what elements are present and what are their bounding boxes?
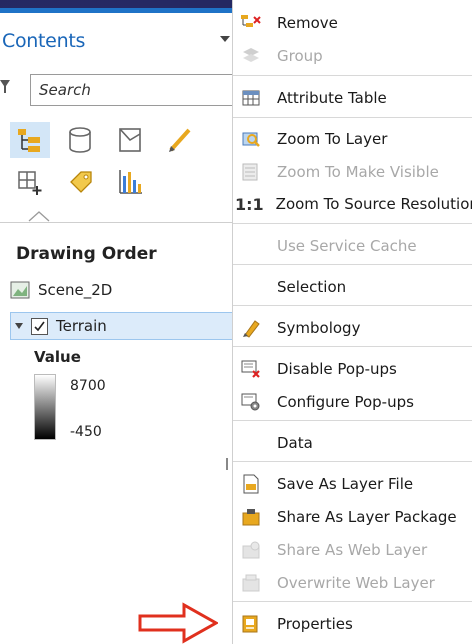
menu-item-share-as-layer-package[interactable]: Share As Layer Package — [233, 501, 472, 533]
layer-row-terrain[interactable]: Terrain — [10, 312, 240, 340]
layer-context-menu: Remove Group Attribute Table Zoom To Lay… — [232, 0, 472, 644]
disable-popups-icon — [239, 359, 263, 379]
pane-options-chevron-icon[interactable] — [220, 36, 230, 42]
layer-row-scene[interactable]: Scene_2D — [10, 281, 112, 299]
menu-separator — [233, 305, 472, 306]
elevation-color-ramp — [34, 374, 56, 440]
layer-package-icon — [239, 507, 263, 527]
expand-collapse-icon[interactable] — [15, 323, 23, 329]
menu-separator — [233, 461, 472, 462]
list-by-snapping-icon[interactable] — [10, 164, 50, 200]
zoom-layer-icon — [239, 129, 263, 149]
pane-accent-bar — [0, 8, 240, 13]
menu-item-configure-popups[interactable]: Configure Pop-ups — [233, 386, 472, 418]
menu-separator — [233, 601, 472, 602]
properties-icon — [239, 614, 263, 634]
layer-label-terrain: Terrain — [56, 317, 107, 335]
table-icon — [239, 88, 263, 108]
terrain-visibility-checkbox[interactable] — [31, 317, 48, 335]
legend-max-value: 8700 — [70, 378, 106, 394]
divider — [0, 222, 240, 223]
callout-arrow-icon — [138, 602, 218, 644]
filter-icon[interactable] — [0, 78, 10, 94]
drawing-order-heading: Drawing Order — [16, 244, 157, 264]
list-by-drawing-order-icon[interactable] — [10, 122, 50, 158]
menu-item-share-as-web-layer[interactable]: Share As Web Layer — [233, 534, 472, 566]
menu-item-group[interactable]: Group — [233, 40, 472, 72]
layer-label-scene: Scene_2D — [38, 281, 113, 299]
menu-item-zoom-to-source-resolution[interactable]: 1:1 Zoom To Source Resolution — [233, 188, 472, 220]
symbology-icon — [239, 318, 263, 338]
menu-separator — [233, 223, 472, 224]
menu-item-remove[interactable]: Remove — [233, 7, 472, 39]
menu-separator — [233, 75, 472, 76]
menu-item-use-service-cache[interactable]: Use Service Cache — [233, 230, 472, 262]
legend-label: Value — [34, 348, 81, 366]
one-to-one-icon: 1:1 — [235, 194, 264, 214]
menu-separator — [233, 346, 472, 347]
list-by-source-icon[interactable] — [60, 122, 100, 158]
scene-map-icon — [10, 281, 30, 299]
menu-item-zoom-to-make-visible[interactable]: Zoom To Make Visible — [233, 156, 472, 188]
list-by-selection-icon[interactable] — [110, 122, 150, 158]
web-layer-icon — [239, 540, 263, 560]
view-toolbar-row-1 — [10, 122, 200, 158]
menu-item-disable-popups[interactable]: Disable Pop-ups — [233, 353, 472, 385]
menu-separator — [233, 117, 472, 118]
menu-item-save-as-layer-file[interactable]: Save As Layer File — [233, 468, 472, 500]
menu-separator — [233, 264, 472, 265]
menu-item-attribute-table[interactable]: Attribute Table — [233, 82, 472, 114]
menu-item-overwrite-web-layer[interactable]: Overwrite Web Layer — [233, 567, 472, 599]
pane-title: Contents — [2, 30, 86, 52]
configure-popups-icon — [239, 392, 263, 412]
zoom-visible-icon — [239, 162, 263, 182]
menu-item-selection[interactable]: Selection — [233, 271, 472, 303]
legend-min-value: -450 — [70, 424, 102, 440]
menu-item-properties[interactable]: Properties — [233, 608, 472, 640]
menu-item-zoom-to-layer[interactable]: Zoom To Layer — [233, 123, 472, 155]
view-toolbar-row-2 — [10, 164, 150, 200]
group-icon — [239, 46, 263, 66]
menu-item-symbology[interactable]: Symbology — [233, 312, 472, 344]
overwrite-web-layer-icon — [239, 573, 263, 593]
search-input[interactable]: Search — [30, 74, 240, 106]
caret-up-icon — [28, 211, 50, 222]
menu-item-data[interactable]: Data — [233, 427, 472, 459]
contents-pane: Contents Search Drawing Order Scene_2D T… — [0, 8, 240, 644]
list-by-labeling-icon[interactable] — [60, 164, 100, 200]
layer-file-icon — [239, 474, 263, 494]
splitter-handle[interactable] — [226, 458, 228, 470]
list-by-charts-icon[interactable] — [110, 164, 150, 200]
remove-layer-icon — [239, 13, 263, 33]
list-by-editing-icon[interactable] — [160, 122, 200, 158]
menu-separator — [233, 420, 472, 421]
